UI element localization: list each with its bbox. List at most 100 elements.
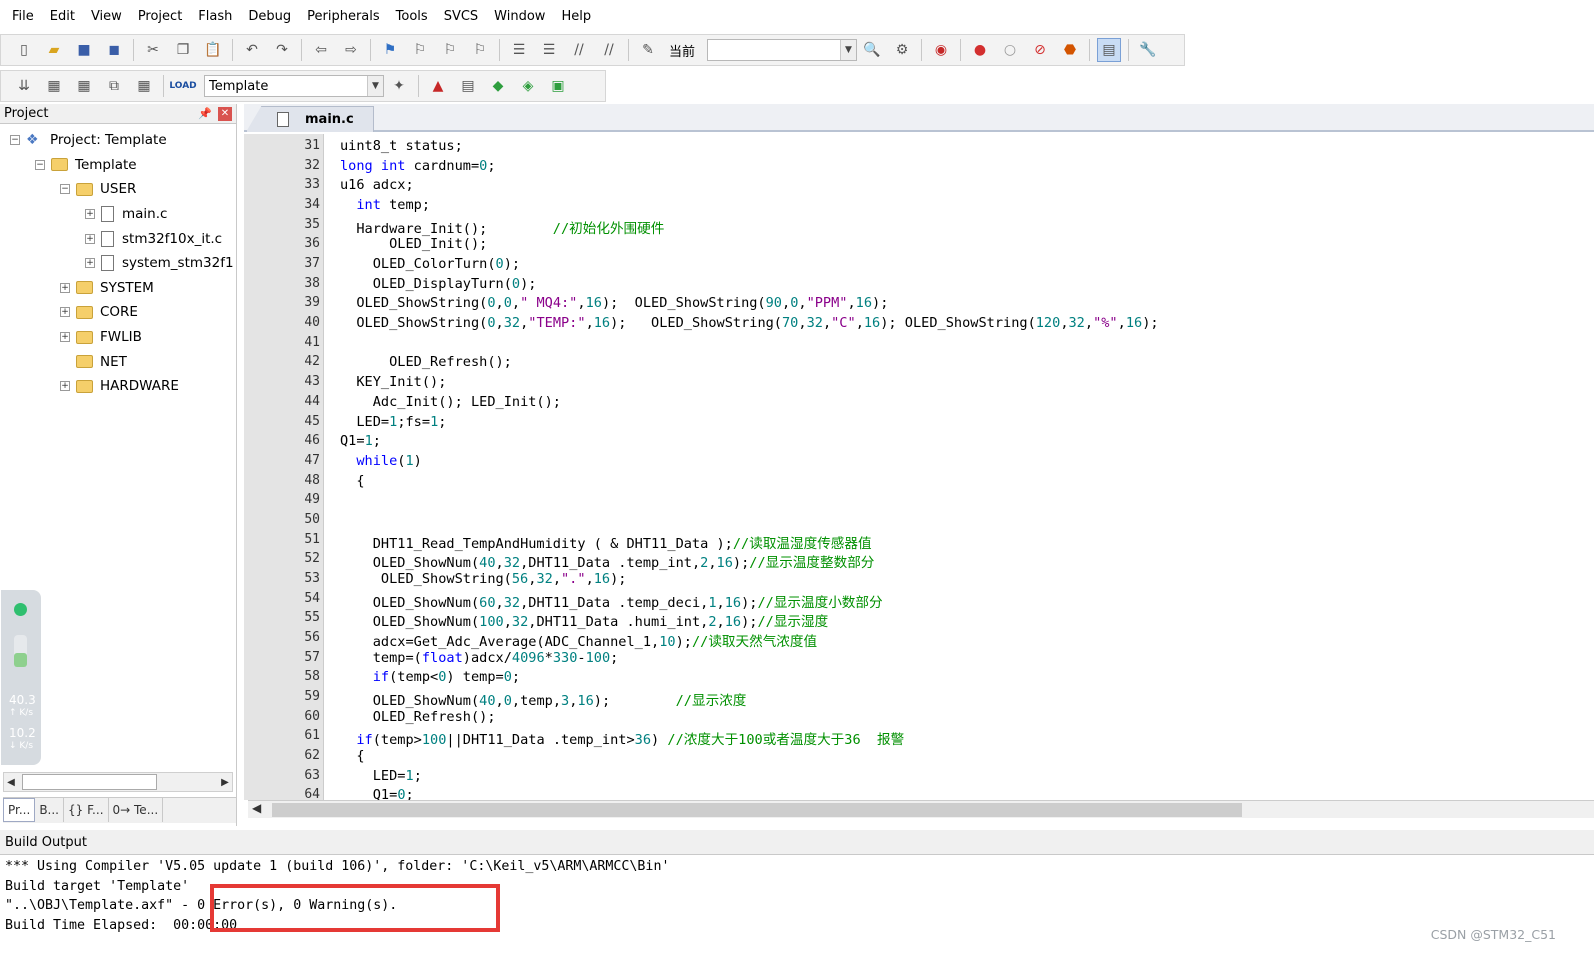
save-all-icon[interactable]: ◼ (102, 38, 126, 62)
tree-item[interactable]: NET (0, 349, 236, 374)
open-folder-icon[interactable]: ▰ (42, 38, 66, 62)
menu-help[interactable]: Help (555, 0, 601, 34)
next-bookmark-icon[interactable]: ⚐ (438, 38, 462, 62)
save-icon[interactable]: ■ (72, 38, 96, 62)
menu-window[interactable]: Window (488, 0, 555, 34)
code-token: , (847, 295, 856, 312)
nav-forward-icon[interactable]: ⇨ (339, 38, 363, 62)
cut-icon[interactable]: ✂ (141, 38, 165, 62)
tree-item[interactable]: − Template (0, 153, 236, 178)
expand-icon[interactable]: + (60, 282, 70, 293)
kill-all-breakpoints-icon[interactable]: ⬣ (1058, 38, 1082, 62)
menu-file[interactable]: File (6, 0, 44, 34)
project-panel-tab[interactable]: 0→ Te... (109, 798, 164, 822)
unindent-icon[interactable]: ☰ (537, 38, 561, 62)
expand-icon[interactable]: + (60, 307, 70, 318)
uncomment-icon[interactable]: // (597, 38, 621, 62)
code-token: ) temp= (446, 669, 504, 686)
comment-icon[interactable]: // (567, 38, 591, 62)
incremental-find-icon[interactable]: ⚙ (890, 38, 914, 62)
tree-item[interactable]: + stm32f10x_it.c (0, 226, 236, 251)
scroll-thumb[interactable] (22, 774, 157, 790)
menu-flash[interactable]: Flash (192, 0, 242, 34)
target-options-icon[interactable]: ✦ (387, 74, 411, 98)
toolbar-divider (232, 39, 233, 61)
build-icon[interactable]: ▦ (42, 74, 66, 98)
collapse-icon[interactable]: − (60, 184, 70, 195)
scroll-left-icon[interactable]: ◀ (4, 777, 18, 788)
find-in-files-icon[interactable]: ✎ (636, 38, 660, 62)
code-token: OLED_ColorTurn( (372, 256, 496, 273)
collapse-icon[interactable]: − (10, 135, 20, 146)
scroll-right-icon[interactable]: ▶ (218, 777, 232, 788)
menu-tools[interactable]: Tools (390, 0, 438, 34)
scroll-thumb[interactable] (272, 803, 1242, 817)
menu-svcs[interactable]: SVCS (438, 0, 488, 34)
tree-item[interactable]: + SYSTEM (0, 276, 236, 301)
rebuild-icon[interactable]: ▦ (72, 74, 96, 98)
tree-item[interactable]: + CORE (0, 300, 236, 325)
tree-item[interactable]: + main.c (0, 202, 236, 227)
line-number: 51 (304, 531, 320, 547)
menu-debug[interactable]: Debug (242, 0, 301, 34)
project-panel-tab[interactable]: {} F... (64, 798, 109, 822)
collapse-icon[interactable]: − (35, 159, 45, 170)
nav-back-icon[interactable]: ⇦ (309, 38, 333, 62)
expand-icon[interactable]: + (85, 233, 95, 244)
manage-project-items-icon[interactable]: ▲ (426, 74, 450, 98)
chevron-down-icon[interactable]: ▼ (367, 76, 383, 96)
code-editor[interactable]: uint8_t status; long int cardnum=0; u16 ad… (326, 134, 1594, 800)
redo-icon[interactable]: ↷ (270, 38, 294, 62)
expand-icon[interactable]: + (60, 381, 70, 392)
chevron-down-icon[interactable]: ▼ (840, 40, 857, 60)
expand-icon[interactable]: + (60, 332, 70, 343)
breakpoint-icon[interactable]: ● (968, 38, 992, 62)
project-panel-tab[interactable]: B... (35, 798, 64, 822)
tree-item[interactable]: − ❖ Project: Template (0, 128, 236, 153)
menu-peripherals[interactable]: Peripherals (301, 0, 390, 34)
pack-installer-icon[interactable]: ▣ (546, 74, 570, 98)
batch-build-icon[interactable]: ⧉ (102, 74, 126, 98)
expand-icon[interactable]: + (85, 258, 95, 269)
scroll-left-icon[interactable]: ◀ (252, 801, 261, 815)
window-layout-icon[interactable]: ▤ (1097, 38, 1122, 62)
code-token: ,DHT11_Data .humi_int, (528, 614, 709, 631)
tree-item[interactable]: + FWLIB (0, 325, 236, 350)
tree-item[interactable]: + system_stm32f1 (0, 251, 236, 276)
menu-project[interactable]: Project (132, 0, 192, 34)
debug-session-icon[interactable]: ◉ (929, 38, 953, 62)
project-hscrollbar[interactable]: ◀ ▶ (3, 772, 233, 792)
copy-icon[interactable]: ❐ (171, 38, 195, 62)
tree-item[interactable]: − USER (0, 177, 236, 202)
find-combo[interactable]: ▼ (707, 39, 858, 61)
manage-multi-project-icon[interactable]: ▤ (456, 74, 480, 98)
pin-icon[interactable]: 📌 (198, 107, 212, 120)
expand-icon[interactable]: + (85, 209, 95, 220)
disable-breakpoint-icon[interactable]: ○ (998, 38, 1022, 62)
translate-icon[interactable]: ⇊ (12, 74, 36, 98)
configure-icon[interactable]: 🔧 (1136, 38, 1160, 62)
code-token: cardnum= (405, 157, 480, 174)
editor-hscrollbar[interactable]: ◀ (248, 800, 1594, 818)
select-packs-icon[interactable]: ◈ (516, 74, 540, 98)
new-file-icon[interactable]: ▯ (12, 38, 36, 62)
menu-edit[interactable]: Edit (44, 0, 85, 34)
project-panel-tab[interactable]: Pr... (3, 798, 36, 822)
indent-icon[interactable]: ☰ (507, 38, 531, 62)
tree-item[interactable]: + HARDWARE (0, 374, 236, 399)
stop-build-icon[interactable]: ▦ (132, 74, 156, 98)
undo-icon[interactable]: ↶ (240, 38, 264, 62)
bookmark-icon[interactable]: ⚑ (378, 38, 402, 62)
tab-main-c[interactable]: main.c (246, 106, 374, 132)
close-icon[interactable]: ✕ (218, 106, 232, 121)
download-icon[interactable]: LOAD (169, 74, 196, 98)
manage-run-time-icon[interactable]: ◆ (486, 74, 510, 98)
clear-bookmarks-icon[interactable]: ⚐ (468, 38, 492, 62)
menu-view[interactable]: View (85, 0, 132, 34)
paste-icon[interactable]: 📋 (201, 38, 225, 62)
target-select[interactable]: Template ▼ (204, 75, 384, 97)
find-icon[interactable]: 🔍 (860, 38, 884, 62)
code-token: , (855, 315, 864, 332)
disable-all-breakpoints-icon[interactable]: ⊘ (1028, 38, 1052, 62)
prev-bookmark-icon[interactable]: ⚐ (408, 38, 432, 62)
